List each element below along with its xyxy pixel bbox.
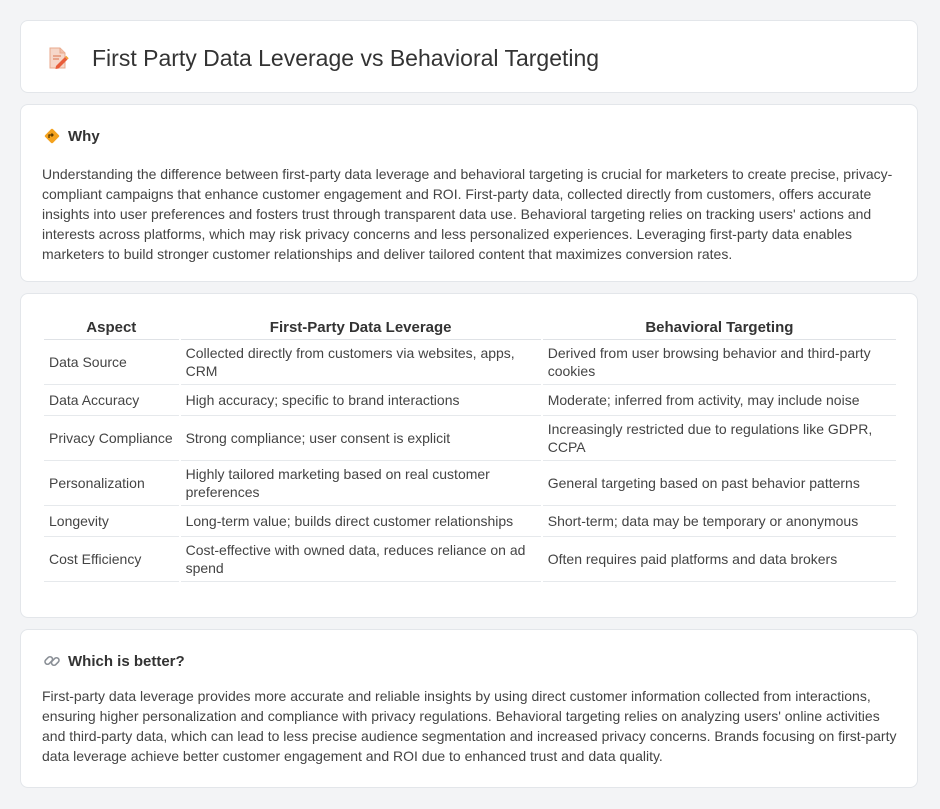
behavioral-cell: Derived from user browsing behavior and … [542,340,896,385]
table-row: Data Source Collected directly from cust… [44,340,896,385]
aspect-cell: Personalization [44,461,179,506]
aspect-cell: Cost Efficiency [44,537,179,582]
table-row: Privacy Compliance Strong compliance; us… [44,416,896,461]
behavioral-cell: Short-term; data may be temporary or ano… [542,506,896,537]
table-row: Personalization Highly tailored marketin… [44,461,896,506]
first-party-cell: High accuracy; specific to brand interac… [180,385,541,416]
better-title: Which is better? [68,652,185,670]
better-text: First-party data leverage provides more … [42,688,897,764]
table-row: Longevity Long-term value; builds direct… [44,506,896,537]
first-party-cell: Highly tailored marketing based on real … [180,461,541,506]
why-header: Why [43,127,100,145]
page-title: First Party Data Leverage vs Behavioral … [92,45,600,71]
first-party-cell: Cost-effective with owned data, reduces … [180,537,541,582]
document-pencil-icon [47,46,69,70]
which-is-better-section: Which is better? First-party data levera… [20,629,918,788]
aspect-cell: Data Accuracy [44,385,179,416]
behavioral-cell: Increasingly restricted due to regulatio… [542,416,896,461]
table-row: Cost Efficiency Cost-effective with owne… [44,537,896,582]
column-header: Behavioral Targeting [542,315,896,340]
diamond-road-sign-icon [43,127,61,145]
behavioral-cell: General targeting based on past behavior… [542,461,896,506]
column-header: Aspect [44,315,179,340]
first-party-cell: Long-term value; builds direct customer … [180,506,541,537]
better-header: Which is better? [43,652,185,670]
comparison-table-card: Aspect First-Party Data Leverage Behavio… [20,293,918,618]
table-row: Data Accuracy High accuracy; specific to… [44,385,896,416]
first-party-cell: Strong compliance; user consent is expli… [180,416,541,461]
table-header-row: Aspect First-Party Data Leverage Behavio… [44,315,896,340]
why-title: Why [68,127,100,145]
aspect-cell: Data Source [44,340,179,385]
title-card: First Party Data Leverage vs Behavioral … [20,20,918,93]
why-section: Why Understanding the difference between… [20,104,918,282]
aspect-cell: Longevity [44,506,179,537]
why-text: Understanding the difference between fir… [42,166,893,262]
link-icon [43,652,61,670]
first-party-cell: Collected directly from customers via we… [180,340,541,385]
column-header: First-Party Data Leverage [180,315,541,340]
comparison-table: Aspect First-Party Data Leverage Behavio… [42,315,898,582]
behavioral-cell: Often requires paid platforms and data b… [542,537,896,582]
aspect-cell: Privacy Compliance [44,416,179,461]
behavioral-cell: Moderate; inferred from activity, may in… [542,385,896,416]
